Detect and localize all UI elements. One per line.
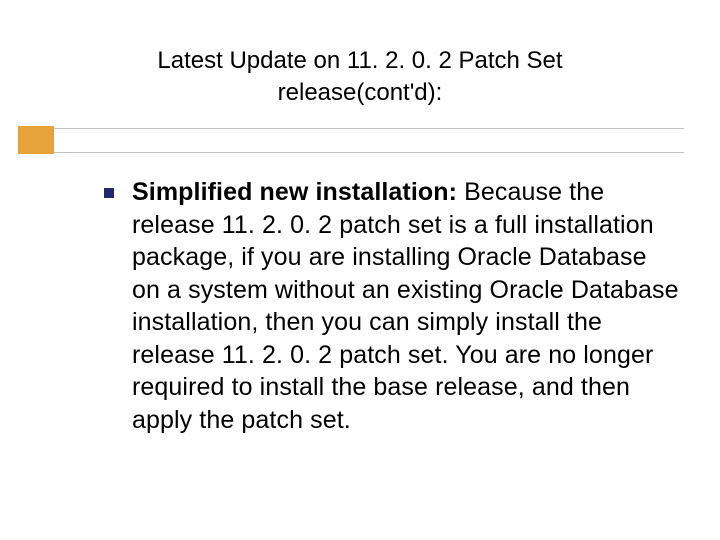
slide-title: Latest Update on 11. 2. 0. 2 Patch Set r…	[37, 45, 682, 110]
slide: Latest Update on 11. 2. 0. 2 Patch Set r…	[0, 0, 720, 540]
title-line-1: Latest Update on 11. 2. 0. 2 Patch Set	[157, 47, 562, 74]
list-item: Simplified new installation: Because the…	[104, 176, 680, 436]
accent-bar	[18, 126, 54, 154]
title-block: Latest Update on 11. 2. 0. 2 Patch Set r…	[0, 45, 720, 110]
title-line-2: release(cont'd):	[278, 79, 443, 106]
bullet-bold: Simplified new installation:	[132, 178, 464, 206]
bullet-rest: Because the release 11. 2. 0. 2 patch se…	[132, 178, 679, 434]
divider-top	[54, 128, 684, 129]
bullet-text: Simplified new installation: Because the…	[132, 176, 680, 436]
square-bullet-icon	[104, 188, 114, 198]
body-content: Simplified new installation: Because the…	[104, 176, 680, 436]
divider-bottom	[54, 152, 684, 153]
